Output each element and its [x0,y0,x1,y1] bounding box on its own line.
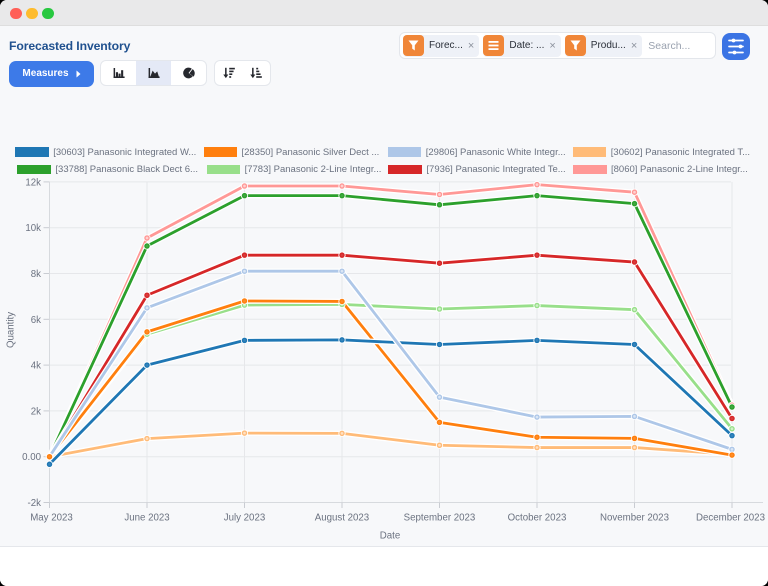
svg-text:July 2023: July 2023 [224,513,265,524]
svg-text:6k: 6k [31,315,41,326]
svg-text:2k: 2k [31,406,41,417]
svg-text:Date: Date [380,531,400,542]
svg-text:12k: 12k [25,177,41,188]
svg-text:Quantity: Quantity [6,312,17,348]
svg-text:December 2023: December 2023 [696,513,765,524]
svg-text:8k: 8k [31,269,41,280]
svg-text:10k: 10k [25,223,41,234]
svg-text:August 2023: August 2023 [315,513,369,524]
svg-text:September 2023: September 2023 [404,513,476,524]
svg-text:November 2023: November 2023 [600,513,669,524]
svg-text:0.00: 0.00 [22,452,41,463]
svg-text:-2k: -2k [28,498,42,509]
svg-text:May 2023: May 2023 [30,513,73,524]
svg-text:4k: 4k [31,361,41,372]
svg-text:October 2023: October 2023 [508,513,567,524]
svg-text:June 2023: June 2023 [124,513,169,524]
